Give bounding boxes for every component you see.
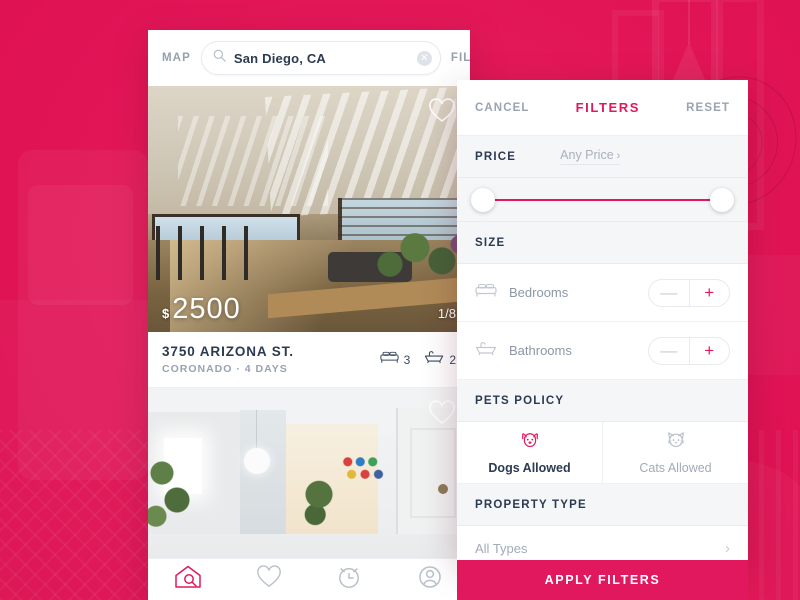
section-header-property-type: PROPERTY TYPE xyxy=(457,484,748,526)
alarm-clock-icon xyxy=(336,564,362,595)
pets-option-dogs[interactable]: Dogs Allowed xyxy=(457,422,602,484)
tab-favorites[interactable] xyxy=(229,559,310,600)
pets-option-cats[interactable]: Cats Allowed xyxy=(602,422,748,484)
listing-info: 3750 ARIZONA ST. CORONADO · 4 DAYS 3 2 xyxy=(148,332,470,388)
filters-header: CANCEL FILTERS RESET xyxy=(457,80,748,136)
slider-track xyxy=(487,199,718,201)
section-header-price: PRICE Any Price › xyxy=(457,136,748,178)
search-bar: MAP ✕ FILTERS xyxy=(148,30,470,86)
section-label-property-type: PROPERTY TYPE xyxy=(475,498,587,511)
cancel-button[interactable]: CANCEL xyxy=(475,102,530,114)
panel-title: FILTERS xyxy=(575,100,641,115)
section-label-pets: PETS POLICY xyxy=(475,394,565,407)
bathrooms-count: 2 xyxy=(449,352,456,367)
section-header-pets: PETS POLICY xyxy=(457,380,748,422)
dog-icon xyxy=(519,431,541,456)
listing-screen: MAP ✕ FILTERS xyxy=(148,30,470,600)
search-field-wrapper[interactable]: ✕ xyxy=(200,41,441,75)
bed-icon xyxy=(475,283,501,303)
bathrooms-spec: 2 xyxy=(424,350,456,369)
listing-address: 3750 ARIZONA ST. xyxy=(162,344,294,359)
price-currency: $ xyxy=(162,306,170,321)
bedrooms-spec: 3 xyxy=(379,351,411,369)
bedrooms-label: Bedrooms xyxy=(509,285,569,300)
listing-specs: 3 2 xyxy=(379,350,456,369)
section-label-size: SIZE xyxy=(475,236,506,249)
photo-counter: 1/8 xyxy=(437,306,456,321)
bathrooms-label: Bathrooms xyxy=(509,343,572,358)
house-search-icon xyxy=(173,564,203,595)
slider-handle-max[interactable] xyxy=(710,188,734,212)
heart-icon[interactable] xyxy=(428,98,456,126)
clear-icon[interactable]: ✕ xyxy=(416,50,432,66)
price-value-label: Any Price xyxy=(560,148,614,162)
tab-search[interactable] xyxy=(148,559,229,600)
price-amount: 2500 xyxy=(172,293,241,325)
filters-button[interactable]: FILTERS xyxy=(451,52,470,64)
bedrooms-increment-button[interactable]: + xyxy=(688,279,730,306)
section-label-price: PRICE xyxy=(475,150,517,163)
pets-option-cats-label: Cats Allowed xyxy=(639,460,712,475)
heart-icon[interactable] xyxy=(428,400,456,428)
bedrooms-row: Bedrooms — + xyxy=(457,264,748,322)
listing-photo[interactable]: $ 2500 1/8 xyxy=(148,86,470,332)
app-screenshot: MAP ✕ FILTERS xyxy=(0,0,800,600)
apply-filters-button[interactable]: APPLY FILTERS xyxy=(457,560,748,600)
heart-icon xyxy=(256,565,282,594)
user-icon xyxy=(417,564,443,595)
bathrooms-increment-button[interactable]: + xyxy=(688,337,730,364)
price-range-slider[interactable] xyxy=(457,178,748,222)
section-header-size: SIZE xyxy=(457,222,748,264)
bottom-tab-bar xyxy=(148,558,470,600)
listing-card[interactable]: $ 2500 1/8 3750 ARIZONA ST. CORONADO · 4… xyxy=(148,86,470,388)
cat-icon xyxy=(665,431,687,456)
search-input[interactable] xyxy=(233,50,409,66)
pets-options: Dogs Allowed Cats Allowed xyxy=(457,422,748,484)
bathtub-icon xyxy=(475,341,501,361)
reset-button[interactable]: RESET xyxy=(686,102,730,114)
search-icon xyxy=(213,49,226,67)
bed-icon xyxy=(379,351,399,369)
bedrooms-stepper: — + xyxy=(648,278,730,307)
price-overlay: $ 2500 1/8 xyxy=(148,295,470,324)
bedrooms-count: 3 xyxy=(403,352,411,367)
chevron-right-icon: › xyxy=(725,540,730,557)
bathtub-icon xyxy=(424,350,444,369)
listing-subtitle: CORONADO · 4 DAYS xyxy=(162,363,288,375)
bathrooms-row: Bathrooms — + xyxy=(457,322,748,380)
bathrooms-stepper: — + xyxy=(648,336,730,365)
slider-handle-min[interactable] xyxy=(471,188,495,212)
filters-panel: CANCEL FILTERS RESET PRICE Any Price › SI… xyxy=(457,80,748,560)
bathrooms-decrement-button[interactable]: — xyxy=(649,338,689,364)
price-value-button[interactable]: Any Price › xyxy=(560,148,621,165)
property-type-row[interactable]: All Types › xyxy=(457,526,748,560)
chevron-right-icon: › xyxy=(616,150,621,162)
pets-option-dogs-label: Dogs Allowed xyxy=(488,460,571,475)
tab-alerts[interactable] xyxy=(309,559,390,600)
bedrooms-decrement-button[interactable]: — xyxy=(649,280,689,306)
property-type-value: All Types xyxy=(475,541,528,556)
map-button[interactable]: MAP xyxy=(162,52,191,64)
